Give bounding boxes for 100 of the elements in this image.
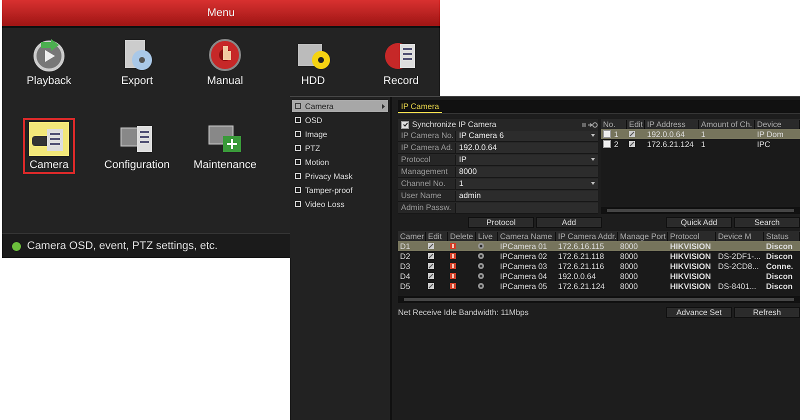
table-cell-text: D4	[399, 272, 412, 280]
field-label: User Name	[400, 191, 442, 200]
table-row[interactable]: D5 IPCamera 05 172.6.21.124 8000 HIKVISION DS-8401... Discon	[398, 281, 800, 291]
table-cell-text: 8000	[619, 282, 639, 290]
tile-label: Manual	[206, 75, 244, 87]
sidebar-label: PTZ	[305, 144, 322, 152]
scrollbar[interactable]	[398, 296, 800, 303]
table-cell-text: IP Dom	[756, 130, 785, 138]
tile-label: Camera	[29, 159, 69, 171]
sidebar-item[interactable]: Privacy Mask	[292, 170, 388, 182]
table-cell-text: Discon	[765, 272, 794, 280]
dropdown-field[interactable]: IP	[455, 154, 598, 164]
edit-icon[interactable]	[428, 272, 434, 278]
sidebar-label: Camera	[305, 102, 334, 110]
table-cell: 1	[614, 130, 618, 138]
table-cell-text: IPCamera 01	[499, 242, 548, 250]
table-cell-text: DS-2DF1-...	[717, 252, 762, 260]
dropdown-field[interactable]: 1	[455, 178, 598, 188]
table-cell-text: 172.6.21.118	[557, 252, 606, 260]
table-cell-text: HIKVISION	[669, 262, 712, 270]
edit-icon[interactable]	[629, 130, 635, 136]
table-cell-text: HIKVISION	[669, 272, 712, 280]
tile-label: Playback	[26, 75, 72, 87]
table-cell-text: 172.6.21.124	[557, 282, 606, 290]
table-cell-text: 172.6.21.116	[557, 262, 606, 270]
menu-tile[interactable]: Playback	[20, 34, 78, 90]
hand-record-icon	[208, 38, 242, 72]
field-label: Channel No.	[400, 179, 446, 188]
edit-icon[interactable]	[428, 262, 434, 268]
table-cell-text: 8000	[619, 262, 639, 270]
table-row[interactable]: D1 IPCamera 01 172.6.16.115 8000 HIKVISION Discon	[398, 241, 800, 251]
sidebar-item[interactable]: Video Loss	[292, 198, 388, 210]
table-cell-text: IPCamera 02	[499, 252, 548, 260]
field-label: IP Camera Ad.	[400, 143, 454, 152]
dropdown-field[interactable]: IP Camera 6	[455, 130, 598, 140]
edit-icon[interactable]	[428, 282, 434, 288]
table-cell-text: 1	[700, 140, 706, 148]
table-cell-text: Discon	[765, 252, 794, 260]
menu-tile[interactable]: Record	[377, 34, 425, 90]
table-cell-text: IPC	[756, 140, 772, 148]
edit-icon[interactable]	[428, 242, 434, 248]
square-icon	[295, 103, 301, 109]
table-cell-text: 192.0.0.64	[646, 130, 686, 138]
tab[interactable]: IP Camera	[398, 102, 442, 113]
table-row[interactable]: D2 IPCamera 02 172.6.21.118 8000 HIKVISION DS-2DF1-... Discon	[398, 251, 800, 261]
menu-tile[interactable]: HDD	[289, 34, 337, 90]
scrollbar[interactable]	[601, 207, 800, 214]
tile-label: HDD	[301, 75, 325, 87]
menu-tile[interactable]: Manual	[200, 34, 250, 90]
edit-icon[interactable]	[629, 140, 635, 146]
sidebar-item[interactable]: Motion	[292, 156, 388, 168]
table-cell-text: 192.0.0.64	[557, 272, 597, 280]
table-row[interactable]: 2 172.6.21.124 1 IPC	[601, 139, 800, 149]
edit-icon[interactable]	[428, 252, 434, 258]
tile-label: Export	[121, 75, 153, 87]
menu-tile[interactable]: Export	[114, 34, 160, 90]
menu-tile[interactable]: Camera	[23, 118, 75, 174]
square-icon	[295, 187, 301, 193]
action-button[interactable]: Add	[536, 217, 602, 228]
input-field[interactable]: admin	[455, 190, 598, 200]
checkbox[interactable]	[603, 140, 611, 148]
sidebar-item[interactable]: PTZ	[292, 142, 388, 154]
sync-arrows-icon[interactable]	[582, 122, 598, 128]
table-row[interactable]: D3 IPCamera 03 172.6.21.116 8000 HIKVISION DS-2CD8... Conne.	[398, 261, 800, 271]
table-row[interactable]: D4 IPCamera 04 192.0.0.64 8000 HIKVISION Discon	[398, 271, 800, 281]
bandwidth-text: Net Receive Idle Bandwidth: 11Mbps	[398, 308, 529, 317]
square-icon	[295, 145, 301, 151]
menu-tile[interactable]: Configuration	[98, 118, 176, 174]
checkbox-label: Synchronize IP Camera	[412, 120, 498, 129]
sidebar-item[interactable]: Image	[292, 128, 388, 140]
action-button[interactable]: Search	[734, 217, 800, 228]
table-cell-text: IPCamera 03	[499, 262, 548, 270]
sidebar-item[interactable]: Camera	[292, 100, 388, 112]
checkbox[interactable]	[401, 120, 409, 128]
table-row[interactable]: 1 192.0.0.64 1 IP Dom	[601, 129, 800, 139]
table-cell-text: HIKVISION	[669, 242, 712, 250]
menu-tile[interactable]: Maintenance	[188, 118, 262, 174]
sidebar-item[interactable]: OSD	[292, 114, 388, 126]
table-cell-text: D2	[399, 252, 412, 260]
square-icon	[295, 117, 301, 123]
tile-label: Maintenance	[194, 159, 256, 171]
table-cell-text: 172.6.16.115	[557, 242, 606, 250]
table-cell-text: Discon	[765, 282, 794, 290]
table-cell-text: HIKVISION	[669, 282, 712, 290]
action-button[interactable]: Quick Add	[666, 217, 732, 228]
square-icon	[295, 131, 301, 137]
action-button[interactable]: Refresh	[734, 307, 800, 318]
action-button[interactable]: Protocol	[468, 217, 534, 228]
input-field[interactable]: 192.0.0.64	[455, 142, 598, 152]
sidebar-item[interactable]: Tamper-proof	[292, 184, 388, 196]
sidebar-label: Tamper-proof	[305, 186, 354, 194]
sidebar-label: OSD	[305, 116, 324, 124]
field-label: Admin Passw.	[400, 203, 452, 212]
table-cell-text: D1	[399, 242, 412, 250]
square-icon	[295, 159, 301, 165]
action-button[interactable]: Advance Set	[666, 307, 732, 318]
input-field[interactable]: 8000	[455, 166, 598, 176]
checkbox[interactable]	[603, 130, 611, 138]
sidebar-label: Video Loss	[305, 200, 346, 208]
table-cell-text: 8000	[619, 242, 639, 250]
